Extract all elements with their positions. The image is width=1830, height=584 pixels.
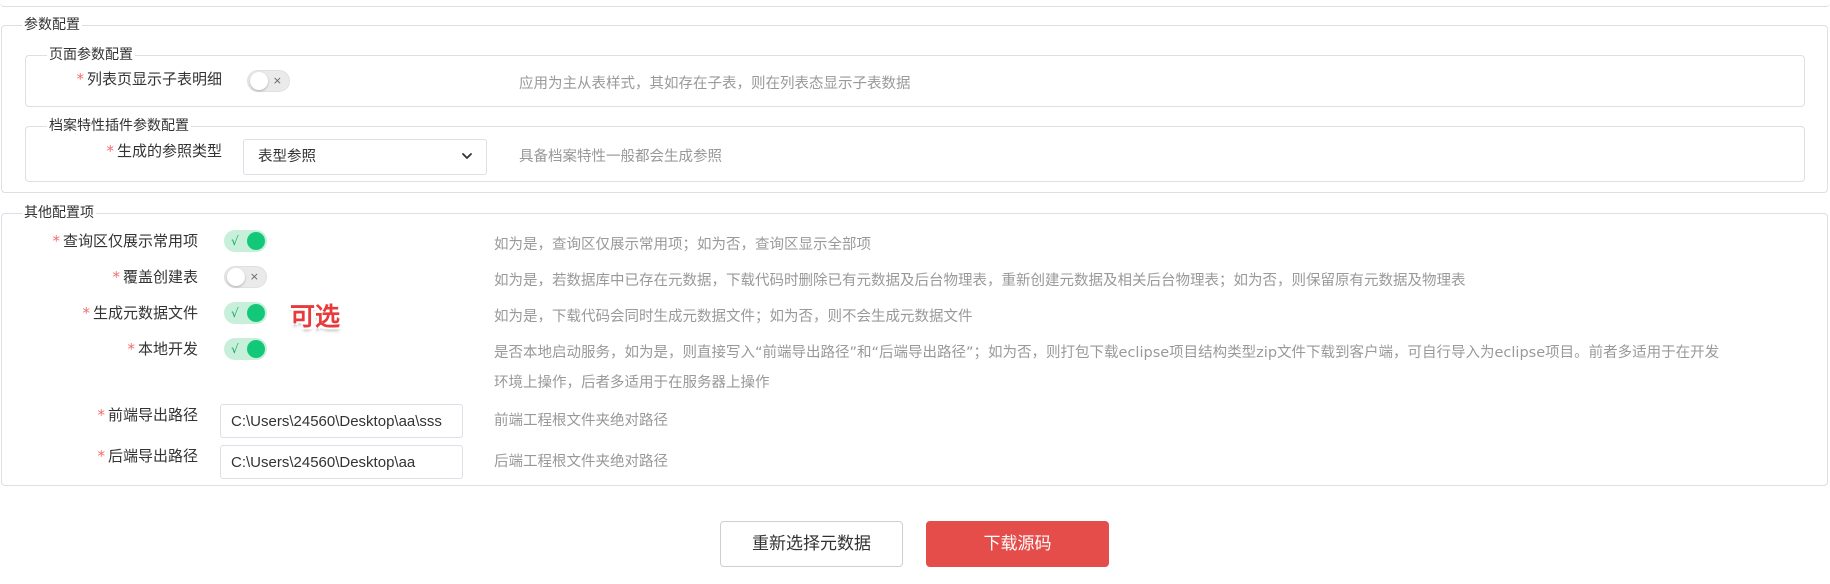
optional-annotation: 可选 <box>290 302 341 331</box>
frontend-path-desc: 前端工程根文件夹绝对路径 <box>494 413 668 429</box>
reselect-metadata-button[interactable]: 重新选择元数据 <box>720 521 903 567</box>
ref-type-select[interactable]: 表型参照 <box>243 139 487 175</box>
switch-knob <box>247 340 265 358</box>
local-dev-row: * 本地开发 √ 是否本地启动服务，如为是，则直接写入“前端导出路径”和“后端导出… <box>0 334 1830 391</box>
archive-plugin-legend: 档案特性插件参数配置 <box>49 118 189 134</box>
show-child-detail-switch[interactable]: × <box>247 70 290 92</box>
gen-metadata-desc: 如为是，下载代码会同时生成元数据文件；如为否，则不会生成元数据文件 <box>494 309 973 325</box>
local-dev-desc-line1: 是否本地启动服务，如为是，则直接写入“前端导出路径”和“后端导出路径”；如为否，… <box>494 345 1720 361</box>
download-source-button[interactable]: 下载源码 <box>926 521 1109 567</box>
local-dev-desc-line2: 环境上操作，后者多适用于在服务器上操作 <box>494 375 770 391</box>
local-dev-label: * 本地开发 <box>127 340 198 358</box>
chevron-down-icon <box>462 153 472 159</box>
query-common-switch[interactable]: √ <box>224 230 267 252</box>
query-common-row: * 查询区仅展示常用项 √ 如为是，查询区仅展示常用项；如为否，查询区显示全部项 <box>0 226 1830 256</box>
page-params-legend: 页面参数配置 <box>49 47 133 63</box>
frontend-path-label: * 前端导出路径 <box>97 406 198 424</box>
overwrite-table-row: * 覆盖创建表 × 如为是，若数据库中已存在元数据，下载代码时删除已有元数据及后台… <box>0 262 1830 292</box>
gen-metadata-label: * 生成元数据文件 <box>82 304 198 322</box>
overwrite-table-label: * 覆盖创建表 <box>112 268 198 286</box>
show-child-detail-row: * 列表页显示子表明细 × 应用为主从表样式，其如存在子表，则在列表态显示子表数据 <box>0 64 1830 94</box>
query-common-desc: 如为是，查询区仅展示常用项；如为否，查询区显示全部项 <box>494 237 871 253</box>
ref-type-desc: 具备档案特性一般都会生成参照 <box>519 149 722 165</box>
overwrite-table-switch[interactable]: × <box>224 266 267 288</box>
ref-type-label: * 生成的参照类型 <box>106 142 222 160</box>
switch-knob <box>227 268 245 286</box>
backend-path-label: * 后端导出路径 <box>97 447 198 465</box>
backend-path-desc: 后端工程根文件夹绝对路径 <box>494 454 668 470</box>
param-config-legend: 参数配置 <box>24 17 80 33</box>
show-child-detail-desc: 应用为主从表样式，其如存在子表，则在列表态显示子表数据 <box>519 76 911 92</box>
backend-path-input[interactable] <box>220 445 463 479</box>
overwrite-table-desc: 如为是，若数据库中已存在元数据，下载代码时删除已有元数据及后台物理表，重新创建元… <box>494 273 1466 289</box>
gen-metadata-row: * 生成元数据文件 √ 如为是，下载代码会同时生成元数据文件；如为否，则不会生成元… <box>0 298 1830 328</box>
frontend-path-input[interactable] <box>220 404 463 438</box>
local-dev-switch[interactable]: √ <box>224 338 267 360</box>
previous-section-bottom-border <box>0 0 1830 7</box>
query-common-label: * 查询区仅展示常用项 <box>52 232 198 250</box>
switch-knob <box>247 232 265 250</box>
switch-knob <box>247 304 265 322</box>
backend-path-row: *后端导出路径 后端工程根文件夹绝对路径 <box>0 441 1830 479</box>
show-child-detail-label: * 列表页显示子表明细 <box>76 70 222 88</box>
ref-type-row: * 生成的参照类型 表型参照 具备档案特性一般都会生成参照 <box>0 136 1830 175</box>
other-config-legend: 其他配置项 <box>24 205 94 221</box>
switch-knob <box>250 72 268 90</box>
frontend-path-row: *前端导出路径 前端工程根文件夹绝对路径 <box>0 400 1830 438</box>
gen-metadata-switch[interactable]: √ <box>224 302 267 324</box>
